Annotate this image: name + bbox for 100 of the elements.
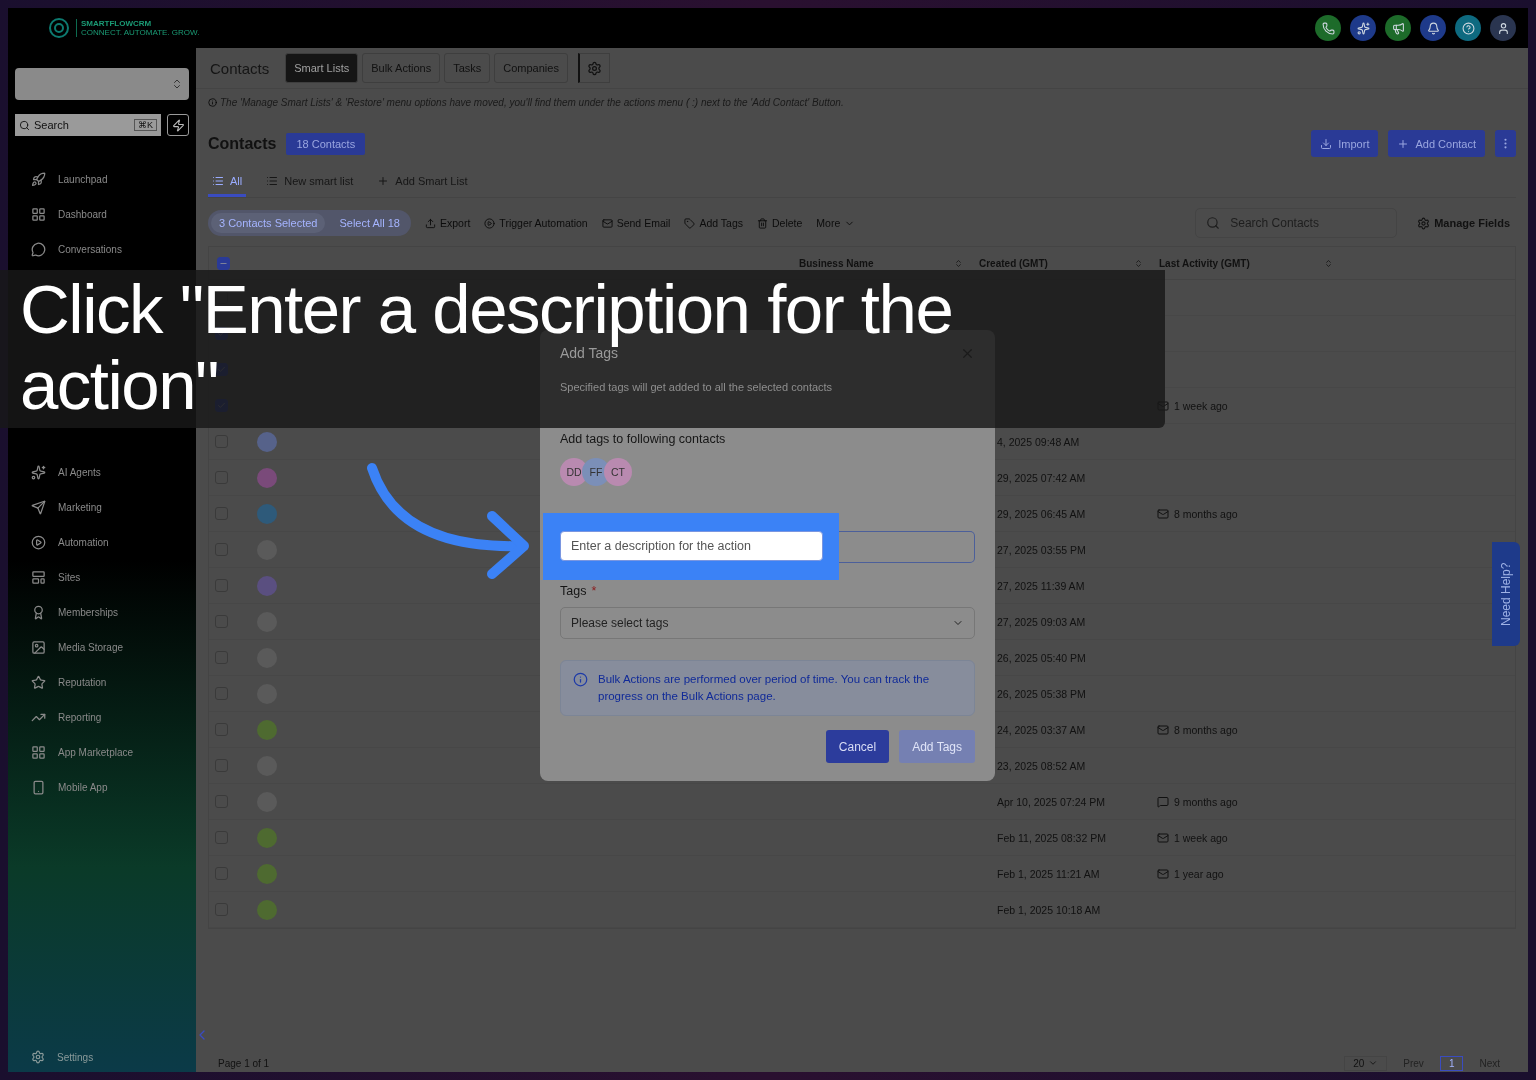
field-label: Tags * <box>560 584 598 599</box>
sidebar-item[interactable]: Mobile App <box>15 770 189 805</box>
search-icon <box>19 119 30 131</box>
grid-icon <box>31 745 46 760</box>
sidebar-item[interactable]: Sites <box>15 560 189 595</box>
layout-icon <box>31 570 46 585</box>
sort-icon <box>1134 258 1143 268</box>
bell-icon[interactable] <box>1420 15 1446 41</box>
sort-icon <box>954 258 963 268</box>
created-date: 27, 2025 09:03 AM <box>997 615 1086 628</box>
plus-icon <box>1397 137 1410 150</box>
created-date: 29, 2025 07:42 AM <box>997 471 1086 484</box>
bulk-action-button[interactable]: Delete <box>757 217 803 229</box>
bulk-action-button[interactable]: More <box>816 217 856 229</box>
logo-icon <box>48 17 70 39</box>
chat-bubble-icon <box>31 242 46 257</box>
created-date: Feb 11, 2025 08:32 PM <box>997 831 1106 844</box>
info-text: Bulk Actions are performed over period of time. You can track the progress on the Bulk Actions page. <box>598 672 931 704</box>
sidebar-item[interactable]: Reporting <box>15 700 189 735</box>
sidebar-item[interactable]: Marketing <box>15 490 189 525</box>
tags-select[interactable]: Please select tags <box>560 607 975 639</box>
sparkle-icon <box>31 465 46 480</box>
list-icon <box>212 174 224 187</box>
sidebar-item[interactable]: Reputation <box>15 665 189 700</box>
play-icon <box>484 217 496 229</box>
download-icon <box>1320 137 1333 150</box>
contact-avatar: CT <box>604 458 632 486</box>
header-checkbox[interactable] <box>217 256 230 270</box>
account-selector[interactable] <box>15 68 189 100</box>
sort-icon <box>1324 258 1333 268</box>
required-mark: * <box>591 584 597 598</box>
paper-plane-icon <box>31 500 46 515</box>
settings-icon <box>31 1050 45 1064</box>
quick-action-button[interactable] <box>167 114 189 136</box>
info-icon <box>573 672 588 687</box>
mail-icon <box>601 217 613 229</box>
sidebar-item[interactable]: App Marketplace <box>15 735 189 770</box>
sidebar-item[interactable]: Memberships <box>15 595 189 630</box>
created-date: 29, 2025 06:45 AM <box>997 507 1086 520</box>
settings-icon <box>1417 216 1431 230</box>
phone-icon <box>31 780 46 795</box>
rocket-icon <box>31 172 46 187</box>
grid-icon <box>31 207 46 222</box>
select-all-link[interactable]: Select All 18 <box>331 213 408 233</box>
selected-count: 3 Contacts Selected <box>211 213 326 233</box>
add-contact-button[interactable]: Add Contact <box>1388 130 1485 157</box>
search-field[interactable]: Search ⌘K <box>15 114 161 136</box>
settings-button[interactable] <box>577 53 610 83</box>
bulk-action-button[interactable]: Add Tags <box>684 217 743 229</box>
cancel-button[interactable]: Cancel <box>825 730 890 763</box>
play-icon <box>31 535 46 550</box>
lightning-icon <box>171 118 185 132</box>
up-down-icon <box>171 78 183 90</box>
bulk-action-button[interactable]: Trigger Automation <box>484 217 588 229</box>
page-button[interactable]: 1 <box>1439 1055 1464 1071</box>
need-help-tab[interactable]: Need Help? <box>1492 542 1520 646</box>
megaphone-icon[interactable] <box>1385 15 1411 41</box>
sidebar-item[interactable]: Conversations <box>15 232 189 267</box>
shortcut-key: ⌘K <box>134 119 157 131</box>
bulk-action-button[interactable]: Export <box>425 217 471 229</box>
tab[interactable]: Companies <box>494 53 568 83</box>
tab[interactable]: Smart Lists <box>285 53 359 83</box>
list-tab[interactable]: All <box>208 167 247 197</box>
sidebar-item[interactable]: Launchpad <box>15 162 189 197</box>
settings-icon <box>586 60 602 76</box>
star-icon <box>31 675 46 690</box>
award-icon <box>31 605 46 620</box>
avatar-icon[interactable] <box>1490 15 1516 41</box>
page-title: Contacts <box>208 134 277 153</box>
mail-icon <box>1157 507 1169 520</box>
help-icon[interactable] <box>1455 15 1481 41</box>
logo-tagline: CONNECT. AUTOMATE. GROW. <box>81 28 200 37</box>
sidebar-item[interactable]: Dashboard <box>15 197 189 232</box>
image-icon <box>31 640 46 655</box>
sparkle-icon[interactable] <box>1350 15 1376 41</box>
plus-icon <box>377 174 390 187</box>
sidebar-item[interactable]: Media Storage <box>15 630 189 665</box>
action-description-field[interactable]: Enter a description for the action <box>560 531 823 561</box>
manage-fields-button[interactable]: Manage Fields <box>1411 215 1516 231</box>
tab[interactable]: Bulk Actions <box>362 53 441 83</box>
more-menu-button[interactable] <box>1495 130 1516 157</box>
sidebar-item[interactable]: AI Agents <box>15 455 189 490</box>
import-button[interactable]: Import <box>1311 130 1379 157</box>
created-date: Apr 10, 2025 07:24 PM <box>997 795 1105 808</box>
sidebar-item[interactable]: Settings <box>15 1050 189 1064</box>
tag-icon <box>684 217 696 229</box>
bulk-action-button[interactable]: Send Email <box>601 217 671 229</box>
sidebar-item[interactable]: Automation <box>15 525 189 560</box>
chevron-down-icon <box>1368 1058 1379 1068</box>
created-date: 27, 2025 11:39 AM <box>997 579 1085 592</box>
list-icon <box>266 174 279 187</box>
contact-count-badge: 18 Contacts <box>286 132 366 155</box>
mail-icon <box>1157 831 1169 844</box>
search-icon <box>1206 216 1221 230</box>
info-icon <box>208 98 217 107</box>
mail-icon <box>1157 867 1169 880</box>
add-tags-button[interactable]: Add Tags <box>899 730 975 763</box>
phone-icon[interactable] <box>1315 15 1341 41</box>
created-date: 23, 2025 08:52 AM <box>997 759 1086 772</box>
tab[interactable]: Tasks <box>444 53 491 83</box>
